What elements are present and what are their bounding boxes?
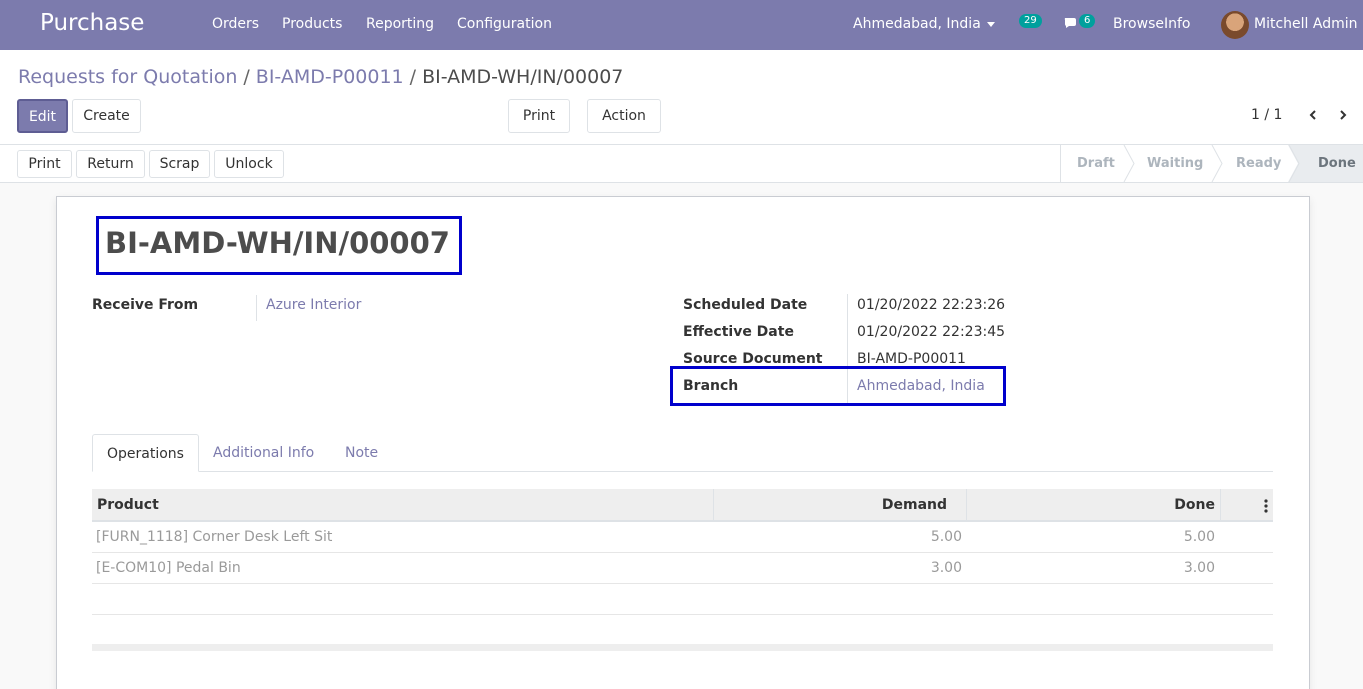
table-row[interactable]: [E-COM10] Pedal Bin 3.00 3.00 xyxy=(92,553,1273,584)
create-button[interactable]: Create xyxy=(72,99,141,133)
record-title: BI-AMD-WH/IN/00007 xyxy=(105,226,450,260)
column-product[interactable]: Product xyxy=(97,489,159,522)
menu-reporting[interactable]: Reporting xyxy=(366,16,434,32)
column-divider xyxy=(966,489,967,522)
message-badge[interactable]: 6 xyxy=(1079,14,1096,28)
tab-note[interactable]: Note xyxy=(331,434,392,472)
breadcrumb-po-link[interactable]: BI-AMD-P00011 xyxy=(256,66,404,88)
receive-from-label: Receive From xyxy=(92,297,199,313)
chevron-left-icon[interactable] xyxy=(1308,110,1318,120)
activity-badge[interactable]: 29 xyxy=(1019,14,1042,28)
effective-date-value: 01/20/2022 22:23:45 xyxy=(857,324,1006,340)
chevron-right-icon[interactable] xyxy=(1338,110,1348,120)
stage-separator-icon xyxy=(1123,145,1135,182)
stage-draft: Draft xyxy=(1077,156,1115,171)
branch-selector-label: Ahmedabad, India xyxy=(853,16,981,32)
scheduled-date-value: 01/20/2022 22:23:26 xyxy=(857,297,1006,313)
edit-button[interactable]: Edit xyxy=(17,99,68,133)
avatar[interactable] xyxy=(1221,11,1249,39)
done-cell: 3.00 xyxy=(1183,560,1215,576)
scrap-button[interactable]: Scrap xyxy=(149,150,210,178)
source-document-label: Source Document xyxy=(683,351,823,367)
notebook-tabs: Operations Additional Info Note xyxy=(92,434,1273,472)
breadcrumb: Requests for Quotation / BI-AMD-P00011/BI-… xyxy=(18,66,623,88)
chat-icon[interactable] xyxy=(1064,17,1078,29)
menu-products[interactable]: Products xyxy=(282,16,342,32)
print-button[interactable]: Print xyxy=(17,150,72,178)
receive-from-link[interactable]: Azure Interior xyxy=(266,297,361,313)
product-cell: [E-COM10] Pedal Bin xyxy=(96,560,241,576)
tab-operations[interactable]: Operations xyxy=(92,434,199,472)
column-divider xyxy=(713,489,714,522)
column-demand[interactable]: Demand xyxy=(792,489,947,522)
breadcrumb-rfq-link[interactable]: Requests for Quotation xyxy=(18,66,237,88)
optional-columns-icon[interactable] xyxy=(1264,499,1268,513)
control-panel: Requests for Quotation / BI-AMD-P00011/BI-… xyxy=(0,50,1363,145)
statusbar: Print Return Scrap Unlock Draft Waiting … xyxy=(0,145,1363,183)
pager-value[interactable]: 1 / 1 xyxy=(1251,107,1282,123)
unlock-button[interactable]: Unlock xyxy=(214,150,284,178)
effective-date-label: Effective Date xyxy=(683,324,794,340)
branch-selector[interactable]: Ahmedabad, India xyxy=(853,16,995,32)
stage-separator-icon xyxy=(1211,145,1223,182)
breadcrumb-current: BI-AMD-WH/IN/00007 xyxy=(422,66,624,88)
table-header: Product Demand Done xyxy=(92,489,1273,522)
stage-waiting: Waiting xyxy=(1147,156,1204,171)
scheduled-date-label: Scheduled Date xyxy=(683,297,808,313)
stage-ready: Ready xyxy=(1236,156,1282,171)
user-menu[interactable]: Mitchell Admin xyxy=(1254,16,1358,32)
stage-pipeline: Draft Waiting Ready Done xyxy=(1060,145,1363,183)
return-button[interactable]: Return xyxy=(76,150,145,178)
breadcrumb-separator: / xyxy=(409,66,417,88)
branch-highlight-box xyxy=(670,366,1006,406)
demand-cell: 5.00 xyxy=(930,529,962,545)
done-cell: 5.00 xyxy=(1183,529,1215,545)
source-document-value: BI-AMD-P00011 xyxy=(857,351,966,367)
top-navbar: Purchase Orders Products Reporting Confi… xyxy=(0,0,1363,50)
caret-down-icon xyxy=(986,21,995,27)
menu-configuration[interactable]: Configuration xyxy=(457,16,552,32)
tab-additional-info[interactable]: Additional Info xyxy=(199,434,328,472)
app-name[interactable]: Purchase xyxy=(40,10,144,36)
stage-separator-icon xyxy=(1288,145,1300,182)
demand-cell: 3.00 xyxy=(930,560,962,576)
table-row[interactable]: [FURN_1118] Corner Desk Left Sit 5.00 5.… xyxy=(92,522,1273,553)
breadcrumb-separator: / xyxy=(243,66,250,88)
company-switcher[interactable]: BrowseInfo xyxy=(1113,16,1190,32)
product-cell: [FURN_1118] Corner Desk Left Sit xyxy=(96,529,333,545)
column-divider xyxy=(1220,489,1221,522)
action-menu-button[interactable]: Action xyxy=(587,99,661,133)
column-done[interactable]: Done xyxy=(1052,489,1215,522)
print-menu-button[interactable]: Print xyxy=(508,99,570,133)
menu-orders[interactable]: Orders xyxy=(212,16,259,32)
table-footer xyxy=(92,644,1273,651)
field-divider xyxy=(256,295,257,321)
empty-row xyxy=(92,584,1273,615)
